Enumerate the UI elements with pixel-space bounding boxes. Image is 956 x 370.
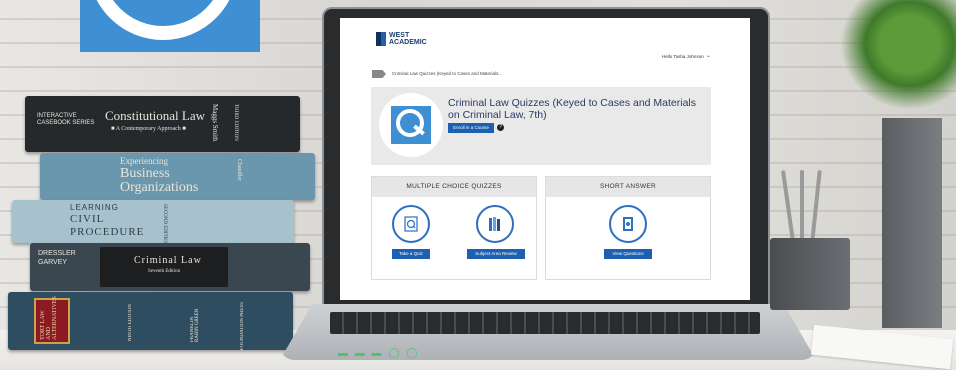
quiz-icon[interactable] — [392, 205, 430, 243]
book-title-line3: Organizations — [120, 180, 199, 195]
west-academic-logo[interactable]: WEST ACADEMIC — [376, 32, 427, 46]
laptop-screen: WEST ACADEMIC Hello Tasha Johnson ⌄ Crim… — [340, 18, 750, 300]
book-business-organizations: Experiencing Business Organizations Chan… — [40, 153, 315, 200]
panel-title: MULTIPLE CHOICE QUIZZES — [372, 177, 536, 197]
book-authors: Maggs Smith — [211, 104, 219, 142]
enroll-button[interactable]: Enroll in a Course — [448, 123, 494, 133]
q-logo-icon — [391, 106, 431, 144]
user-greeting[interactable]: Hello Tasha Johnson — [662, 54, 704, 59]
book-title-line1: LEARNING — [70, 203, 119, 212]
book-edition: THIRD EDITION — [233, 104, 238, 141]
breadcrumb-arrow-icon[interactable] — [372, 70, 386, 78]
book-authors: FRANKLIN RABIN GREEN — [190, 308, 200, 342]
take-quiz-button[interactable]: Take a Quiz — [392, 249, 430, 259]
view-questions-button[interactable]: View Questions — [604, 249, 652, 259]
book-mark-icon — [376, 32, 386, 46]
course-panel: Criminal Law Quizzes (Keyed to Cases and… — [371, 87, 711, 165]
book-authors: Chandler — [236, 159, 242, 181]
book-title-line3: PROCEDURE — [70, 226, 145, 238]
book-authors: DRESSLER GARVEY — [38, 250, 76, 266]
book-title-line2: CIVIL — [70, 213, 105, 225]
book-constitutional-law: INTERACTIVE CASEBOOK SERIES Constitution… — [25, 96, 300, 152]
pen-decor — [800, 170, 804, 242]
plant-decor — [840, 0, 956, 110]
book-series: INTERACTIVE CASEBOOK SERIES — [37, 113, 95, 126]
q-logo-tile — [80, 0, 260, 52]
book-title: TORT LAW AND ALTERNATIVES — [40, 296, 58, 340]
book-title: Constitutional Law — [105, 108, 206, 123]
status-lights-icon: ▬ ▬ ▬ ◯ ◯ — [338, 348, 420, 359]
pen-holder — [770, 238, 850, 310]
subject-area-review-button[interactable]: Subject Area Review — [467, 249, 525, 259]
multiple-choice-panel: MULTIPLE CHOICE QUIZZES Take a Quiz Subj… — [371, 176, 537, 280]
questions-icon[interactable] — [609, 205, 647, 243]
help-icon[interactable]: ? — [497, 124, 504, 131]
book-publisher: FOUNDATION PRESS — [240, 302, 245, 351]
book-title-line1: Experiencing — [120, 156, 168, 166]
short-answer-panel: SHORT ANSWER View Questions — [545, 176, 711, 280]
brand-line2: ACADEMIC — [389, 39, 427, 46]
book-tort-law: TORT LAW AND ALTERNATIVES NINTH EDITION … — [8, 292, 293, 350]
book-edition: SECOND EDITION — [162, 204, 167, 246]
book-edition: NINTH EDITION — [128, 304, 133, 342]
books-icon[interactable] — [476, 205, 514, 243]
book-title: Criminal Law — [134, 255, 202, 266]
panel-title: SHORT ANSWER — [546, 177, 710, 197]
book-criminal-law: DRESSLER GARVEY Criminal Law Seventh Edi… — [30, 243, 310, 291]
book-civil-procedure: LEARNING CIVIL PROCEDURE SECOND EDITION — [12, 200, 294, 246]
desk-organizer — [882, 118, 942, 328]
book-subtitle: Seventh Edition — [148, 269, 181, 274]
course-title: Criminal Law Quizzes (Keyed to Cases and… — [448, 97, 697, 121]
breadcrumb[interactable]: Criminal Law Quizzes (Keyed to Cases and… — [392, 71, 502, 76]
laptop-keyboard — [330, 312, 760, 334]
chevron-down-icon[interactable]: ⌄ — [706, 52, 711, 59]
brand-line1: WEST — [389, 32, 410, 39]
book-subtitle: ■ A Contemporary Approach ■ — [111, 126, 186, 132]
